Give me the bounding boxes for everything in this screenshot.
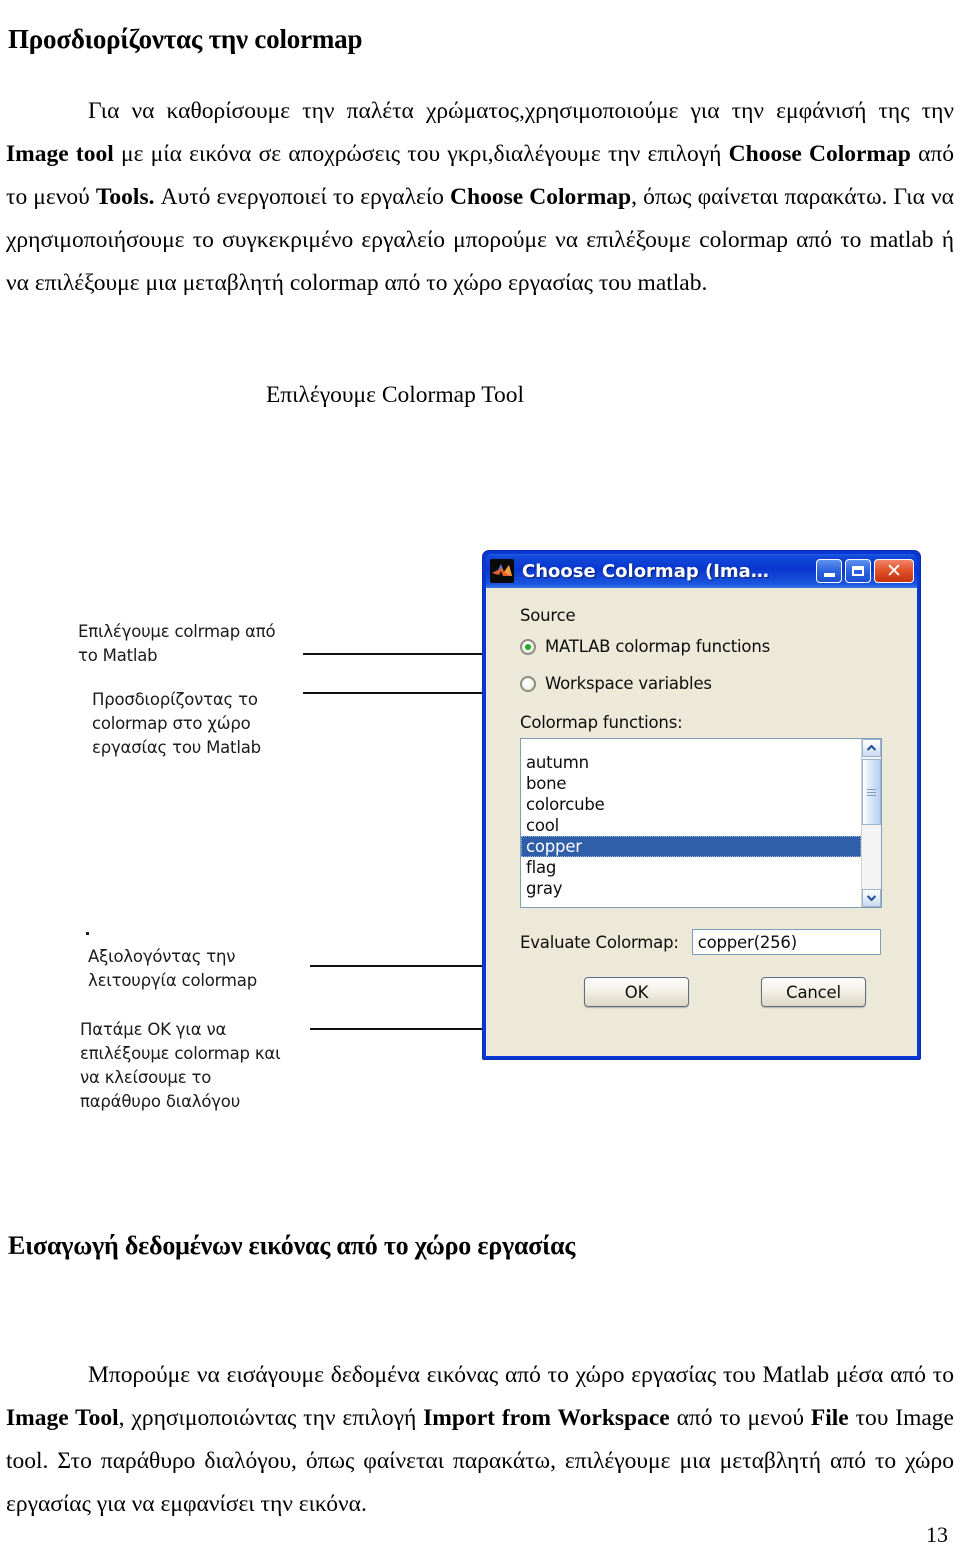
close-icon: ✕ (886, 559, 902, 582)
emphasised-term: Image Tool (6, 1404, 119, 1431)
list-item[interactable]: flag (521, 857, 861, 878)
source-group-label: Source (520, 606, 576, 625)
radio-label-matlab-colormap-functions: MATLAB colormap functions (545, 637, 770, 656)
page-title: Προσδιορίζοντας την colormap (8, 24, 363, 55)
leader-line-1 (303, 653, 501, 655)
matlab-logo-icon (490, 559, 514, 583)
list-item[interactable]: bone (521, 773, 861, 794)
body-text-run: Αυτό ενεργοποιεί το εργαλείο (154, 183, 451, 210)
body-text-run: με μία εικόνα σε αποχρώσεις του γκρι,δια… (113, 140, 729, 167)
minimize-button[interactable] (816, 559, 842, 583)
window-caption-buttons: ✕ (816, 559, 914, 583)
minimize-icon (823, 573, 835, 577)
section-title-import-from-workspace: Εισαγωγή δεδομένων εικόνας από το χώρο ε… (8, 1231, 576, 1261)
callout-label-workspace-colormap: Προσδιορίζοντας το colormap στο χώρο εργ… (92, 690, 261, 757)
leader-line-3 (310, 965, 510, 967)
scroll-down-button[interactable] (862, 889, 881, 907)
emphasised-term: Import from Workspace (423, 1404, 670, 1431)
list-item-selected[interactable]: copper (521, 836, 861, 857)
chevron-down-icon (867, 895, 876, 901)
chevron-up-icon (867, 745, 876, 751)
list-item[interactable]: cool (521, 815, 861, 836)
radio-icon-unchecked[interactable] (520, 675, 536, 692)
callout-label-press-ok: Πατάμε ΟΚ για να επιλέξουμε colormap και… (80, 1020, 281, 1111)
colormap-functions-label: Colormap functions: (520, 713, 683, 732)
body-text-run: Για να καθορίσουμε την παλέτα χρώματος,χ… (88, 97, 954, 124)
evaluate-colormap-label: Evaluate Colormap: (520, 932, 679, 952)
radio-label-workspace-variables: Workspace variables (545, 674, 712, 693)
dialog-title: Choose Colormap (Ima… (522, 560, 769, 582)
dialog-titlebar[interactable]: Choose Colormap (Ima… ✕ (486, 554, 917, 588)
emphasised-term: Choose Colormap (728, 140, 911, 167)
emphasised-term: Tools. (95, 183, 155, 210)
maximize-icon (852, 566, 864, 576)
listbox-items: autumn bone colorcube cool copper flag g… (521, 739, 861, 907)
evaluate-colormap-input[interactable]: copper(256) (691, 929, 881, 955)
evaluate-colormap-row: Evaluate Colormap: copper(256) (520, 929, 899, 955)
list-item[interactable]: colorcube (521, 794, 861, 815)
scroll-up-button[interactable] (862, 739, 881, 757)
emphasised-term: Choose Colormap (450, 183, 632, 210)
document-page: Προσδιορίζοντας την colormap Για να καθο… (0, 0, 960, 1563)
body-text-run: Μπορούμε να εισάγουμε δεδομένα εικόνας α… (88, 1361, 954, 1388)
leader-line-2 (303, 692, 501, 694)
scrollbar-thumb[interactable] (862, 759, 881, 825)
body-text-run: , χρησιμοποιώντας την επιλογή (118, 1404, 424, 1431)
scrollbar-grip-icon (867, 787, 876, 798)
emphasised-term: File (810, 1404, 849, 1431)
cancel-button[interactable]: Cancel (761, 977, 866, 1007)
body-text-run: από το μενού (669, 1404, 811, 1431)
figure-caption: Επιλέγουμε Colormap Tool (265, 382, 525, 408)
ok-button[interactable]: OK (584, 977, 689, 1007)
annotated-dialog-figure: Επιλέγουμε colrmap από το Matlab Προσδιο… (0, 540, 960, 1120)
page-number: 13 (926, 1522, 948, 1547)
close-button[interactable]: ✕ (874, 559, 914, 583)
dialog-content: Source MATLAB colormap functions Workspa… (486, 588, 917, 1056)
stray-dot-mark (86, 932, 89, 935)
radio-matlab-colormap-functions[interactable]: MATLAB colormap functions (520, 637, 899, 656)
callout-label-evaluate-colormap: Αξιολογόντας την λειτουργία colormap (88, 947, 257, 990)
radio-workspace-variables[interactable]: Workspace variables (520, 674, 899, 693)
radio-icon-checked[interactable] (520, 638, 536, 655)
listbox-scrollbar[interactable] (861, 739, 881, 907)
import-paragraph: Μπορούμε να εισάγουμε δεδομένα εικόνας α… (6, 1354, 954, 1526)
list-item[interactable]: autumn (521, 752, 861, 773)
maximize-button[interactable] (845, 559, 871, 583)
intro-paragraph: Για να καθορίσουμε την παλέτα χρώματος,χ… (6, 90, 954, 305)
emphasised-term: Image tool (6, 140, 114, 167)
colormap-functions-listbox[interactable]: autumn bone colorcube cool copper flag g… (520, 738, 882, 908)
dialog-button-row: OK Cancel (584, 977, 899, 1007)
list-item[interactable]: gray (521, 878, 861, 899)
callout-label-select-colormap: Επιλέγουμε colrmap από το Matlab (78, 622, 276, 665)
choose-colormap-dialog: Choose Colormap (Ima… ✕ Source MATLAB co… (482, 550, 921, 1060)
